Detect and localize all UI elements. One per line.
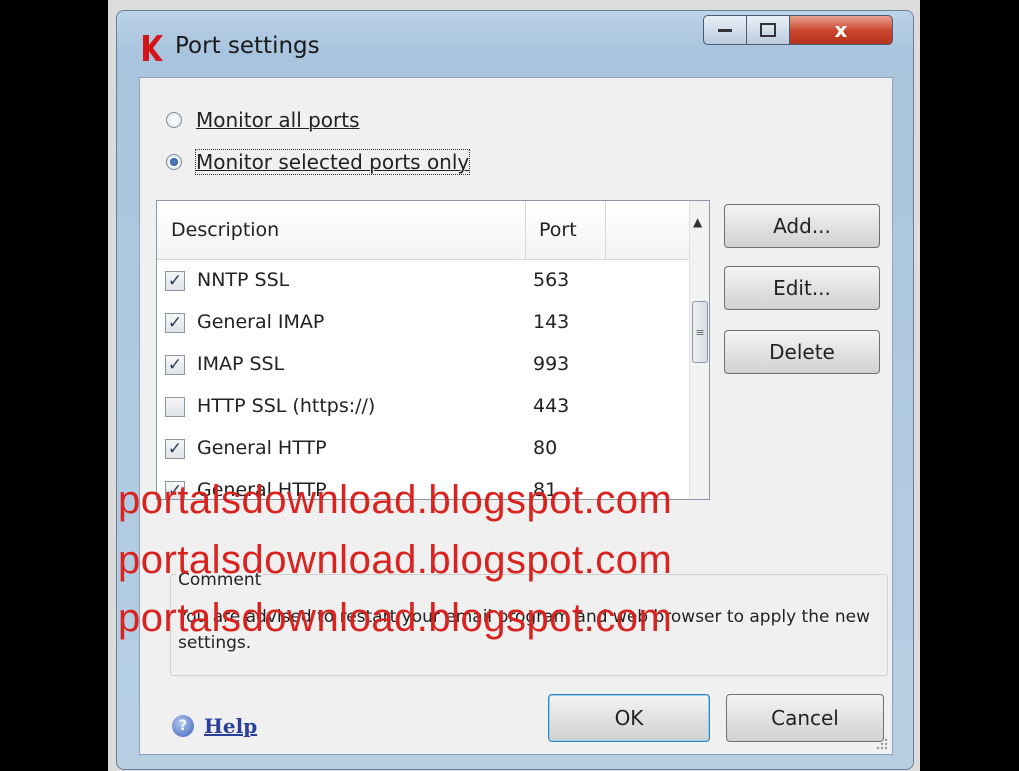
ports-table[interactable]: Description Port ✓ NNTP SSL 563 ✓ Genera… — [156, 200, 710, 500]
column-header-port[interactable]: Port — [539, 219, 577, 241]
table-row[interactable]: HTTP SSL (https://) 443 — [157, 389, 689, 431]
cancel-button[interactable]: Cancel — [726, 694, 884, 742]
table-row[interactable]: ✓ General HTTP 80 — [157, 431, 689, 473]
resize-grip-icon[interactable] — [874, 736, 888, 750]
column-header-description[interactable]: Description — [171, 219, 279, 241]
delete-button[interactable]: Delete — [724, 330, 880, 374]
column-separator — [605, 201, 606, 259]
row-checkbox[interactable]: ✓ — [165, 271, 185, 291]
radio-monitor-all[interactable]: Monitor all ports — [166, 108, 360, 132]
port-number: 143 — [533, 311, 570, 333]
maximize-icon — [760, 23, 776, 37]
column-separator — [525, 201, 526, 259]
port-description: General HTTP — [197, 437, 327, 459]
help-link[interactable]: Help — [204, 714, 257, 738]
scroll-up-arrow-icon[interactable]: ▲ — [693, 215, 702, 229]
scroll-thumb[interactable]: ≡ — [692, 301, 708, 363]
title-bar[interactable]: Port settings x — [117, 11, 913, 75]
port-description: NNTP SSL — [197, 269, 290, 291]
window-title: Port settings — [175, 33, 320, 59]
table-row[interactable]: ✓ NNTP SSL 563 — [157, 263, 689, 305]
dialog-body: Monitor all ports Monitor selected ports… — [139, 77, 893, 755]
radio-label: Monitor all ports — [196, 108, 360, 132]
minimize-icon — [718, 29, 732, 32]
maximize-button[interactable] — [746, 15, 790, 45]
port-number: 80 — [533, 437, 558, 459]
row-checkbox[interactable] — [165, 397, 185, 417]
row-checkbox[interactable]: ✓ — [165, 439, 185, 459]
port-number: 443 — [533, 395, 570, 417]
radio-label: Monitor selected ports only — [194, 149, 471, 175]
ok-button[interactable]: OK — [548, 694, 710, 742]
add-button[interactable]: Add... — [724, 204, 880, 248]
port-description: HTTP SSL (https://) — [197, 395, 376, 417]
watermark-text: portalsdownload.blogspot.com — [118, 478, 673, 522]
radio-button[interactable] — [166, 154, 182, 170]
close-icon: x — [834, 18, 848, 42]
port-description: IMAP SSL — [197, 353, 285, 375]
port-number: 993 — [533, 353, 570, 375]
close-button[interactable]: x — [789, 15, 893, 45]
table-header: Description Port — [157, 201, 689, 260]
watermark-text: portalsdownload.blogspot.com — [118, 538, 673, 582]
port-number: 563 — [533, 269, 570, 291]
port-settings-dialog: Port settings x Monitor all ports Monito… — [116, 10, 914, 770]
edit-button[interactable]: Edit... — [724, 266, 880, 310]
row-checkbox[interactable]: ✓ — [165, 355, 185, 375]
watermark-text: portalsdownload.blogspot.com — [118, 596, 673, 640]
table-row[interactable]: ✓ General IMAP 143 — [157, 305, 689, 347]
port-description: General IMAP — [197, 311, 325, 333]
help-link-group[interactable]: ? Help — [172, 714, 257, 738]
minimize-button[interactable] — [703, 15, 747, 45]
table-row[interactable]: ✓ IMAP SSL 993 — [157, 347, 689, 389]
grip-lines-icon: ≡ — [695, 325, 705, 339]
row-checkbox[interactable]: ✓ — [165, 313, 185, 333]
radio-monitor-selected[interactable]: Monitor selected ports only — [166, 149, 471, 175]
kaspersky-logo-icon — [143, 35, 163, 61]
help-icon: ? — [172, 715, 194, 737]
table-scrollbar[interactable]: ▲ ≡ — [689, 201, 709, 499]
radio-button[interactable] — [166, 112, 182, 128]
